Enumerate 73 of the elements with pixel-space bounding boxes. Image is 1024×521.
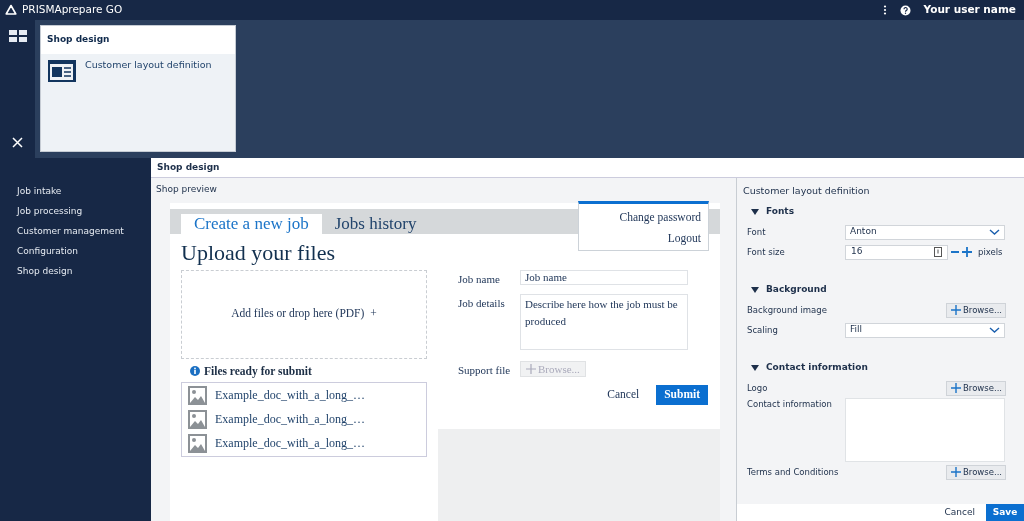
browse-button[interactable]: Browse...	[946, 380, 1006, 396]
list-title: Files ready for submit	[204, 363, 312, 380]
dropdown-value: Fill	[850, 323, 863, 337]
drop-zone[interactable]: Add files or drop here (PDF) +	[181, 269, 427, 359]
field-label: Contact information	[747, 398, 833, 411]
file-name[interactable]: Example_doc_with_a_long_…	[215, 386, 365, 405]
plus-icon	[951, 467, 961, 478]
sidebar-item[interactable]: Job intake	[17, 186, 151, 197]
cancel-button[interactable]: Cancel	[933, 504, 986, 521]
dropdown-value: Anton	[850, 225, 877, 239]
plus-icon[interactable]	[962, 247, 972, 258]
image-icon	[188, 409, 207, 429]
text-area[interactable]: Describe here how the job must be produced	[520, 294, 688, 350]
browse-button[interactable]: Browse...	[946, 464, 1006, 480]
logo-icon	[5, 4, 17, 16]
unit-label: pixels	[978, 245, 1003, 259]
layout-icon	[47, 57, 77, 83]
menu-item[interactable]: Logout	[667, 229, 701, 247]
user-name[interactable]: Your user name	[923, 2, 1016, 18]
plus-icon	[951, 383, 961, 394]
plus-icon: +	[370, 305, 377, 323]
chevron-down-icon	[989, 326, 1000, 335]
field-label: Job details	[458, 296, 506, 311]
expand-icon[interactable]	[751, 365, 759, 372]
field-icon	[934, 247, 942, 258]
field-label: Job name	[458, 271, 501, 287]
field-label: Scaling	[747, 323, 779, 337]
field-label: Logo	[747, 381, 769, 395]
panel-title: Shop design	[41, 26, 235, 54]
plus-icon	[526, 364, 536, 374]
dropdown[interactable]: Anton	[845, 224, 1005, 240]
menu-item[interactable]: Customer layout definition	[85, 57, 212, 83]
browse-button[interactable]: Browse...	[946, 302, 1006, 318]
field-value: 16	[851, 245, 864, 259]
save-button[interactable]: Save	[986, 504, 1024, 521]
close-icon[interactable]	[12, 137, 23, 148]
dropdown[interactable]: Fill	[845, 322, 1005, 338]
section-title: Background	[766, 283, 827, 297]
cancel-button[interactable]: Cancel	[599, 384, 648, 405]
section-title: Shop preview	[156, 183, 218, 196]
plus-icon	[951, 305, 961, 316]
app-title: PRISMAprepare GO	[22, 2, 123, 18]
number-field[interactable]: 16	[845, 244, 948, 260]
expand-icon[interactable]	[751, 209, 759, 216]
submit-button[interactable]: Submit	[656, 384, 708, 405]
input-field[interactable]: Job name	[520, 269, 688, 285]
apps-icon[interactable]	[8, 30, 27, 42]
field-label: Terms and Conditions	[747, 465, 840, 479]
panel-title: Customer layout definition	[742, 184, 871, 198]
sidebar-item[interactable]: Shop design	[17, 266, 151, 277]
help-icon[interactable]	[899, 4, 911, 16]
tab[interactable]: Jobs history	[321, 213, 430, 234]
page-title: Shop design	[151, 158, 1024, 178]
section-title: Contact information	[766, 361, 868, 375]
section-title: Fonts	[766, 205, 795, 219]
sidebar-item[interactable]: Job processing	[17, 206, 151, 217]
expand-icon[interactable]	[751, 287, 759, 294]
info-icon	[190, 366, 200, 377]
image-icon	[188, 433, 207, 453]
file-name[interactable]: Example_doc_with_a_long_…	[215, 434, 365, 453]
tab[interactable]: Create a new job	[181, 213, 322, 234]
sidebar-item[interactable]: Customer management	[17, 226, 151, 237]
field-label: Font size	[747, 245, 786, 259]
menu-item[interactable]: Change password	[619, 208, 701, 226]
page-heading: Upload your files	[181, 239, 335, 266]
image-icon	[188, 385, 207, 405]
field-label: Font	[747, 225, 767, 239]
field-label: Background image	[747, 303, 828, 317]
sidebar-item[interactable]: Configuration	[17, 246, 151, 257]
field-label: Support file	[458, 363, 512, 378]
file-name[interactable]: Example_doc_with_a_long_…	[215, 410, 365, 429]
chevron-down-icon	[989, 228, 1000, 237]
more-icon[interactable]	[882, 5, 887, 15]
